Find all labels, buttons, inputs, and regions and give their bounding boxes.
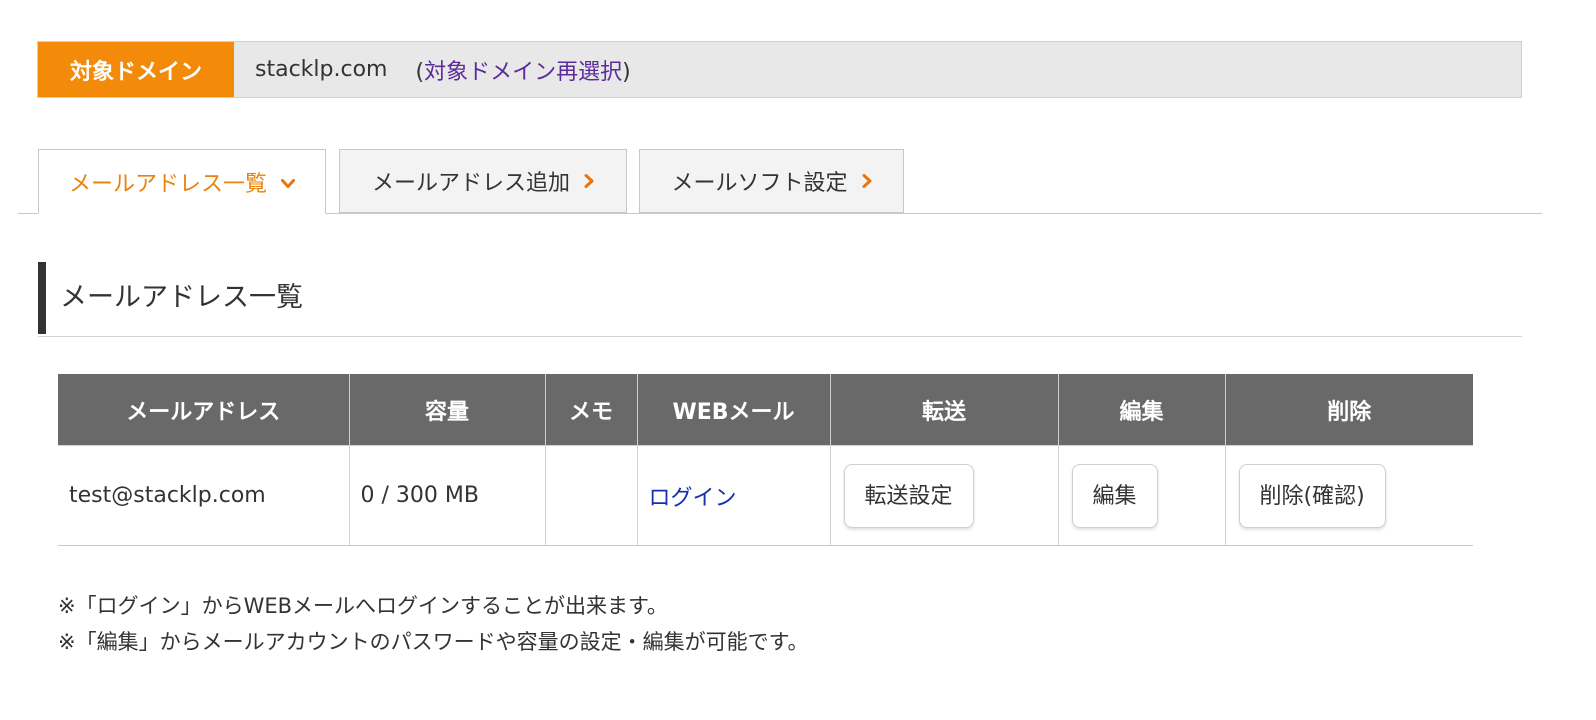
forward-cell: 転送設定 (829, 445, 1059, 546)
forward-settings-button[interactable]: 転送設定 (843, 463, 974, 528)
reselect-domain-link[interactable]: 対象ドメイン再選択 (424, 60, 622, 85)
tab-mail-address-list[interactable]: メールアドレス一覧 (38, 149, 326, 214)
paren-open: ( (415, 59, 425, 85)
note-edit: ※「編集」からメールアカウントのパスワードや容量の設定・編集が可能です。 (58, 630, 809, 654)
heading-accent-bar (38, 262, 46, 334)
mail-address-table: メールアドレス 容量 メモ WEBメール 転送 編集 削除 test@stack… (58, 374, 1473, 546)
tab-label: メールアドレス一覧 (68, 171, 267, 197)
column-header-webmail: WEBメール (636, 374, 831, 446)
target-domain-label: 対象ドメイン (38, 42, 234, 97)
capacity-cell: 0 / 300 MB (348, 445, 546, 546)
delete-confirm-button[interactable]: 削除(確認) (1238, 463, 1386, 528)
tab-mail-software-settings[interactable]: メールソフト設定 (639, 149, 904, 213)
memo-cell (544, 445, 638, 546)
domain-reselect: (対象ドメイン再選択) (415, 54, 630, 86)
email-cell: test@stacklp.com (58, 445, 350, 546)
column-header-delete: 削除 (1224, 374, 1473, 446)
domain-name: stacklp.com (255, 57, 388, 82)
chevron-right-icon (584, 169, 594, 193)
column-header-email: メールアドレス (58, 374, 350, 446)
delete-cell: 削除(確認) (1224, 445, 1473, 546)
webmail-login-link[interactable]: ログイン (649, 486, 737, 511)
column-header-edit: 編集 (1057, 374, 1226, 446)
page-title: メールアドレス一覧 (60, 282, 303, 313)
target-domain-bar: 対象ドメイン stacklp.com (対象ドメイン再選択) (37, 41, 1522, 98)
tab-add-mail-address[interactable]: メールアドレス追加 (339, 149, 627, 213)
tab-bar: メールアドレス一覧 メールアドレス追加 メールソフト設定 (18, 149, 1542, 214)
tab-label: メールアドレス追加 (371, 171, 570, 196)
table-row: test@stacklp.com 0 / 300 MB ログイン 転送設定 編集… (58, 445, 1473, 546)
chevron-right-icon (862, 169, 872, 193)
note-login: ※「ログイン」からWEBメールへログインすることが出来ます。 (58, 594, 668, 618)
column-header-forward: 転送 (829, 374, 1059, 446)
table-header-row: メールアドレス 容量 メモ WEBメール 転送 編集 削除 (58, 374, 1473, 446)
edit-button[interactable]: 編集 (1071, 463, 1158, 528)
tab-label: メールソフト設定 (671, 171, 848, 196)
chevron-down-icon (281, 170, 295, 194)
section-heading: メールアドレス一覧 (38, 262, 1522, 337)
help-notes: ※「ログイン」からWEBメールへログインすることが出来ます。 ※「編集」からメー… (58, 588, 809, 660)
webmail-cell: ログイン (636, 445, 831, 546)
edit-cell: 編集 (1057, 445, 1226, 546)
paren-close: ) (622, 59, 631, 85)
column-header-capacity: 容量 (348, 374, 546, 446)
column-header-memo: メモ (544, 374, 638, 446)
